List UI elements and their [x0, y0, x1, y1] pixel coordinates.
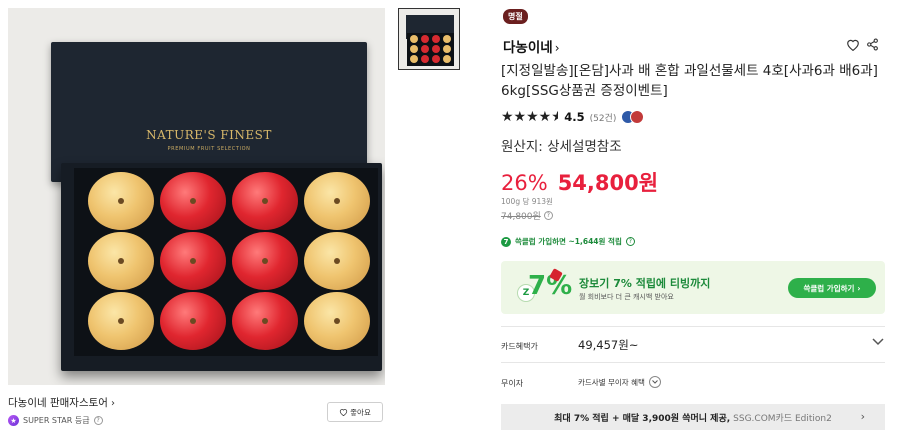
sale-price: 54,800원 — [557, 171, 659, 195]
club-reward-line[interactable]: 7 쓱클럽 가입하면 ~1,644원 적립 ? — [501, 236, 635, 247]
interest-free-dropdown[interactable]: 카드사별 무이자 혜택 — [578, 376, 661, 388]
box-brand-subtitle: PREMIUM FRUIT SELECTION — [167, 146, 251, 152]
chevron-right-icon: › — [857, 283, 861, 293]
chevron-right-icon: › — [110, 398, 115, 409]
fruit-tray — [74, 168, 378, 356]
price-row: 26% 54,800원 — [501, 167, 658, 197]
club-join-label: 쓱클럽 가입하기 — [803, 283, 855, 293]
heart-icon[interactable] — [846, 38, 860, 51]
star-badge-icon: ★ — [8, 415, 19, 426]
share-icon[interactable] — [866, 38, 879, 51]
pear-fruit — [88, 292, 154, 350]
seller-grade-label: SUPER STAR 등급 — [23, 416, 90, 425]
pear-fruit — [304, 292, 370, 350]
club-join-button[interactable]: 쓱클럽 가입하기 › — [788, 278, 876, 298]
seller-grade: ★ SUPER STAR 등급 ? — [8, 415, 103, 426]
pear-fruit — [410, 55, 418, 63]
apple-fruit — [421, 35, 429, 43]
like-button[interactable]: 좋아요 — [327, 402, 383, 422]
apple-fruit — [232, 172, 298, 230]
avatar — [630, 110, 645, 124]
card-promo-bar[interactable]: 최대 7% 적립 + 매달 3,900원 쓱머니 제공, SSG.COM카드 E… — [501, 404, 885, 430]
rating-row[interactable]: ★★★★★ 4.5 (52건) — [501, 109, 645, 125]
interest-free-value: 카드사별 무이자 혜택 — [578, 377, 645, 387]
product-main-image: NATURE'S FINEST PREMIUM FRUIT SELECTION — [8, 8, 385, 385]
pear-fruit — [443, 45, 451, 53]
rating-stars-icon: ★★★★★ — [501, 109, 559, 125]
pear-fruit — [410, 45, 418, 53]
club-badge-icon: 7 — [501, 236, 511, 247]
pear-fruit — [443, 35, 451, 43]
club-logo-icon: Z 7% — [517, 268, 572, 306]
card-benefit-label: 카드혜택가 — [501, 342, 538, 351]
pear-fruit — [304, 172, 370, 230]
chevron-down-icon — [648, 376, 661, 388]
card-benefit-price: 49,457원~ — [578, 338, 639, 352]
promo-text: 최대 7% 적립 + 매달 3,900원 쓱머니 제공, — [554, 413, 731, 424]
apple-fruit — [160, 292, 226, 350]
heart-icon — [340, 409, 348, 416]
origin-info: 원산지: 상세설명참조 — [501, 139, 622, 155]
reviewer-avatars — [621, 110, 645, 124]
apple-fruit — [232, 232, 298, 290]
seller-store-link[interactable]: 다농이네 판매자스토어 › — [8, 395, 115, 410]
like-label: 좋아요 — [350, 407, 371, 417]
apple-fruit — [432, 55, 440, 63]
apple-fruit — [160, 232, 226, 290]
product-title: [지정일발송][온담]사과 배 혼합 과일선물세트 4호[사과6과 배6과] 6… — [501, 63, 878, 99]
help-icon[interactable]: ? — [543, 211, 553, 220]
review-count: (52건) — [589, 113, 617, 124]
gift-box-lid: NATURE'S FINEST PREMIUM FRUIT SELECTION — [51, 42, 367, 182]
thumb-tray — [407, 33, 454, 66]
holiday-tag: 명절 — [503, 9, 528, 24]
help-icon[interactable]: ? — [93, 416, 103, 425]
banner-title: 장보기 7% 적립에 티빙까지 — [579, 277, 711, 290]
apple-fruit — [432, 45, 440, 53]
interest-free-label: 무이자 — [501, 379, 524, 388]
store-link[interactable]: 다농이네 › — [503, 36, 560, 56]
store-name: 다농이네 — [503, 40, 553, 56]
apple-fruit — [421, 45, 429, 53]
apple-fruit — [432, 35, 440, 43]
pear-fruit — [443, 55, 451, 63]
pear-fruit — [88, 232, 154, 290]
pear-fruit — [304, 232, 370, 290]
banner-subtitle: 월 회비보다 더 큰 캐시백 받아요 — [579, 293, 674, 301]
divider — [501, 326, 885, 327]
chevron-right-icon: › — [554, 41, 560, 55]
help-icon[interactable]: ? — [625, 237, 635, 246]
original-price-row: 74,800원 ? — [501, 209, 553, 222]
original-price: 74,800원 — [501, 212, 541, 222]
discount-rate: 26% — [501, 171, 548, 195]
apple-fruit — [232, 292, 298, 350]
pear-fruit — [88, 172, 154, 230]
divider — [501, 362, 885, 363]
pear-fruit — [410, 35, 418, 43]
product-thumbnail[interactable] — [398, 8, 460, 70]
club-reward-text: 쓱클럽 가입하면 ~1,644원 적립 — [515, 237, 622, 246]
promo-card-name: SSG.COM카드 Edition2 — [733, 413, 832, 424]
seller-name: 다농이네 판매자스토어 — [8, 397, 108, 409]
unit-price: 100g 당 913원 — [501, 197, 553, 206]
rating-score: 4.5 — [564, 110, 585, 124]
apple-fruit — [160, 172, 226, 230]
club-banner[interactable]: Z 7% 장보기 7% 적립에 티빙까지 월 회비보다 더 큰 캐시백 받아요 … — [501, 261, 885, 314]
chevron-right-icon: › — [860, 410, 865, 423]
chevron-down-icon[interactable] — [872, 338, 884, 346]
apple-fruit — [421, 55, 429, 63]
box-brand-text: NATURE'S FINEST — [146, 128, 272, 142]
